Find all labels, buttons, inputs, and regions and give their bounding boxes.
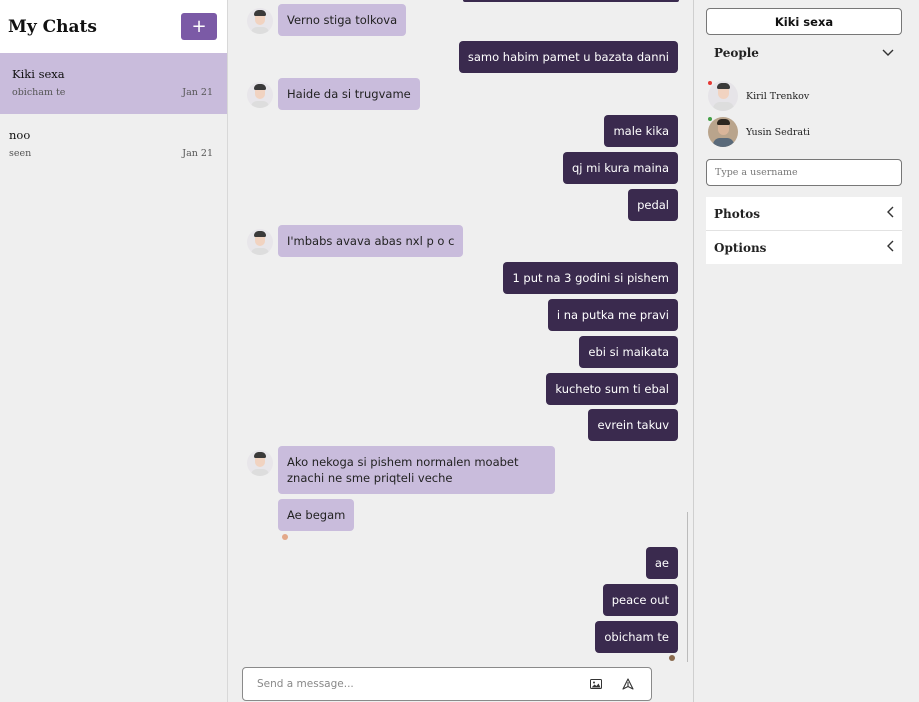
sender-avatar [247, 8, 273, 34]
message-composer [242, 667, 652, 701]
message-bubble-partial [463, 0, 679, 2]
outgoing-message: ae [645, 547, 678, 579]
chat-list-item[interactable]: noo seen Jan 21 [0, 114, 227, 175]
outgoing-message: qj mi kura maina [562, 152, 678, 184]
avatar [708, 81, 738, 111]
options-section-header[interactable]: Options [706, 231, 902, 264]
read-receipt-avatar [669, 655, 675, 661]
sidebar-title: My Chats [8, 16, 97, 37]
chat-list-item[interactable]: Kiki sexa obicham te Jan 21 [0, 53, 227, 114]
person-item[interactable]: Kiril Trenkov [708, 81, 809, 111]
chat-list-sidebar: My Chats + Kiki sexa obicham te Jan 21 n… [0, 0, 228, 702]
new-chat-button[interactable]: + [181, 13, 217, 40]
chat-date: Jan 21 [182, 87, 213, 98]
sender-avatar [247, 450, 273, 476]
incoming-message: I'mbabs avava abas nxl p o c [278, 225, 464, 257]
incoming-message: Haide da si trugvame [278, 78, 420, 110]
chat-details-panel: Kiki sexa People Kiril Trenkov Yusin Sed… [693, 0, 919, 702]
status-indicator [708, 117, 712, 121]
people-section-header[interactable]: People [706, 36, 902, 69]
photos-section-header[interactable]: Photos [706, 197, 902, 230]
outgoing-message: evrein takuv [588, 409, 678, 441]
chevron-left-icon [886, 240, 894, 255]
chat-title-button[interactable]: Kiki sexa [706, 8, 902, 35]
incoming-message: Verno stiga tolkova [278, 4, 407, 36]
chat-date: Jan 21 [182, 148, 213, 159]
chat-last-message: seen [9, 148, 32, 159]
status-indicator [708, 81, 712, 85]
outgoing-message: 1 put na 3 godini si pishem [503, 262, 678, 294]
message-thread: Verno stiga tolkova samo habim pamet u b… [229, 0, 692, 702]
chevron-down-icon [882, 46, 894, 60]
outgoing-message: kucheto sum ti ebal [546, 373, 678, 405]
send-icon[interactable] [619, 675, 637, 693]
avatar [708, 117, 738, 147]
username-input[interactable] [706, 159, 902, 186]
outgoing-message: i na putka me pravi [547, 299, 678, 331]
message-input[interactable] [257, 678, 573, 690]
person-name: Kiril Trenkov [746, 90, 810, 102]
scrollbar[interactable] [687, 512, 688, 662]
outgoing-message: male kika [604, 115, 678, 147]
photos-label: Photos [714, 206, 761, 221]
read-receipt-avatar [282, 534, 288, 540]
chevron-left-icon [886, 206, 894, 221]
person-item[interactable]: Yusin Sedrati [708, 117, 810, 147]
incoming-message: Ako nekoga si pishem normalen moabet zna… [278, 446, 555, 494]
sidebar-header: My Chats + [0, 0, 227, 53]
chat-name: noo [9, 128, 31, 142]
person-name: Yusin Sedrati [746, 126, 810, 138]
outgoing-message: ebi si maikata [579, 336, 678, 368]
outgoing-message: samo habim pamet u bazata danni [458, 41, 678, 73]
chat-last-message: obicham te [12, 87, 66, 98]
chat-name: Kiki sexa [12, 67, 65, 81]
outgoing-message: obicham te [595, 621, 678, 653]
incoming-message: Ae begam [278, 499, 355, 531]
outgoing-message: peace out [602, 584, 678, 616]
outgoing-message: pedal [628, 189, 678, 221]
sender-avatar [247, 229, 273, 255]
options-label: Options [714, 240, 767, 255]
people-label: People [714, 45, 759, 60]
image-icon[interactable] [587, 675, 605, 693]
sender-avatar [247, 82, 273, 108]
